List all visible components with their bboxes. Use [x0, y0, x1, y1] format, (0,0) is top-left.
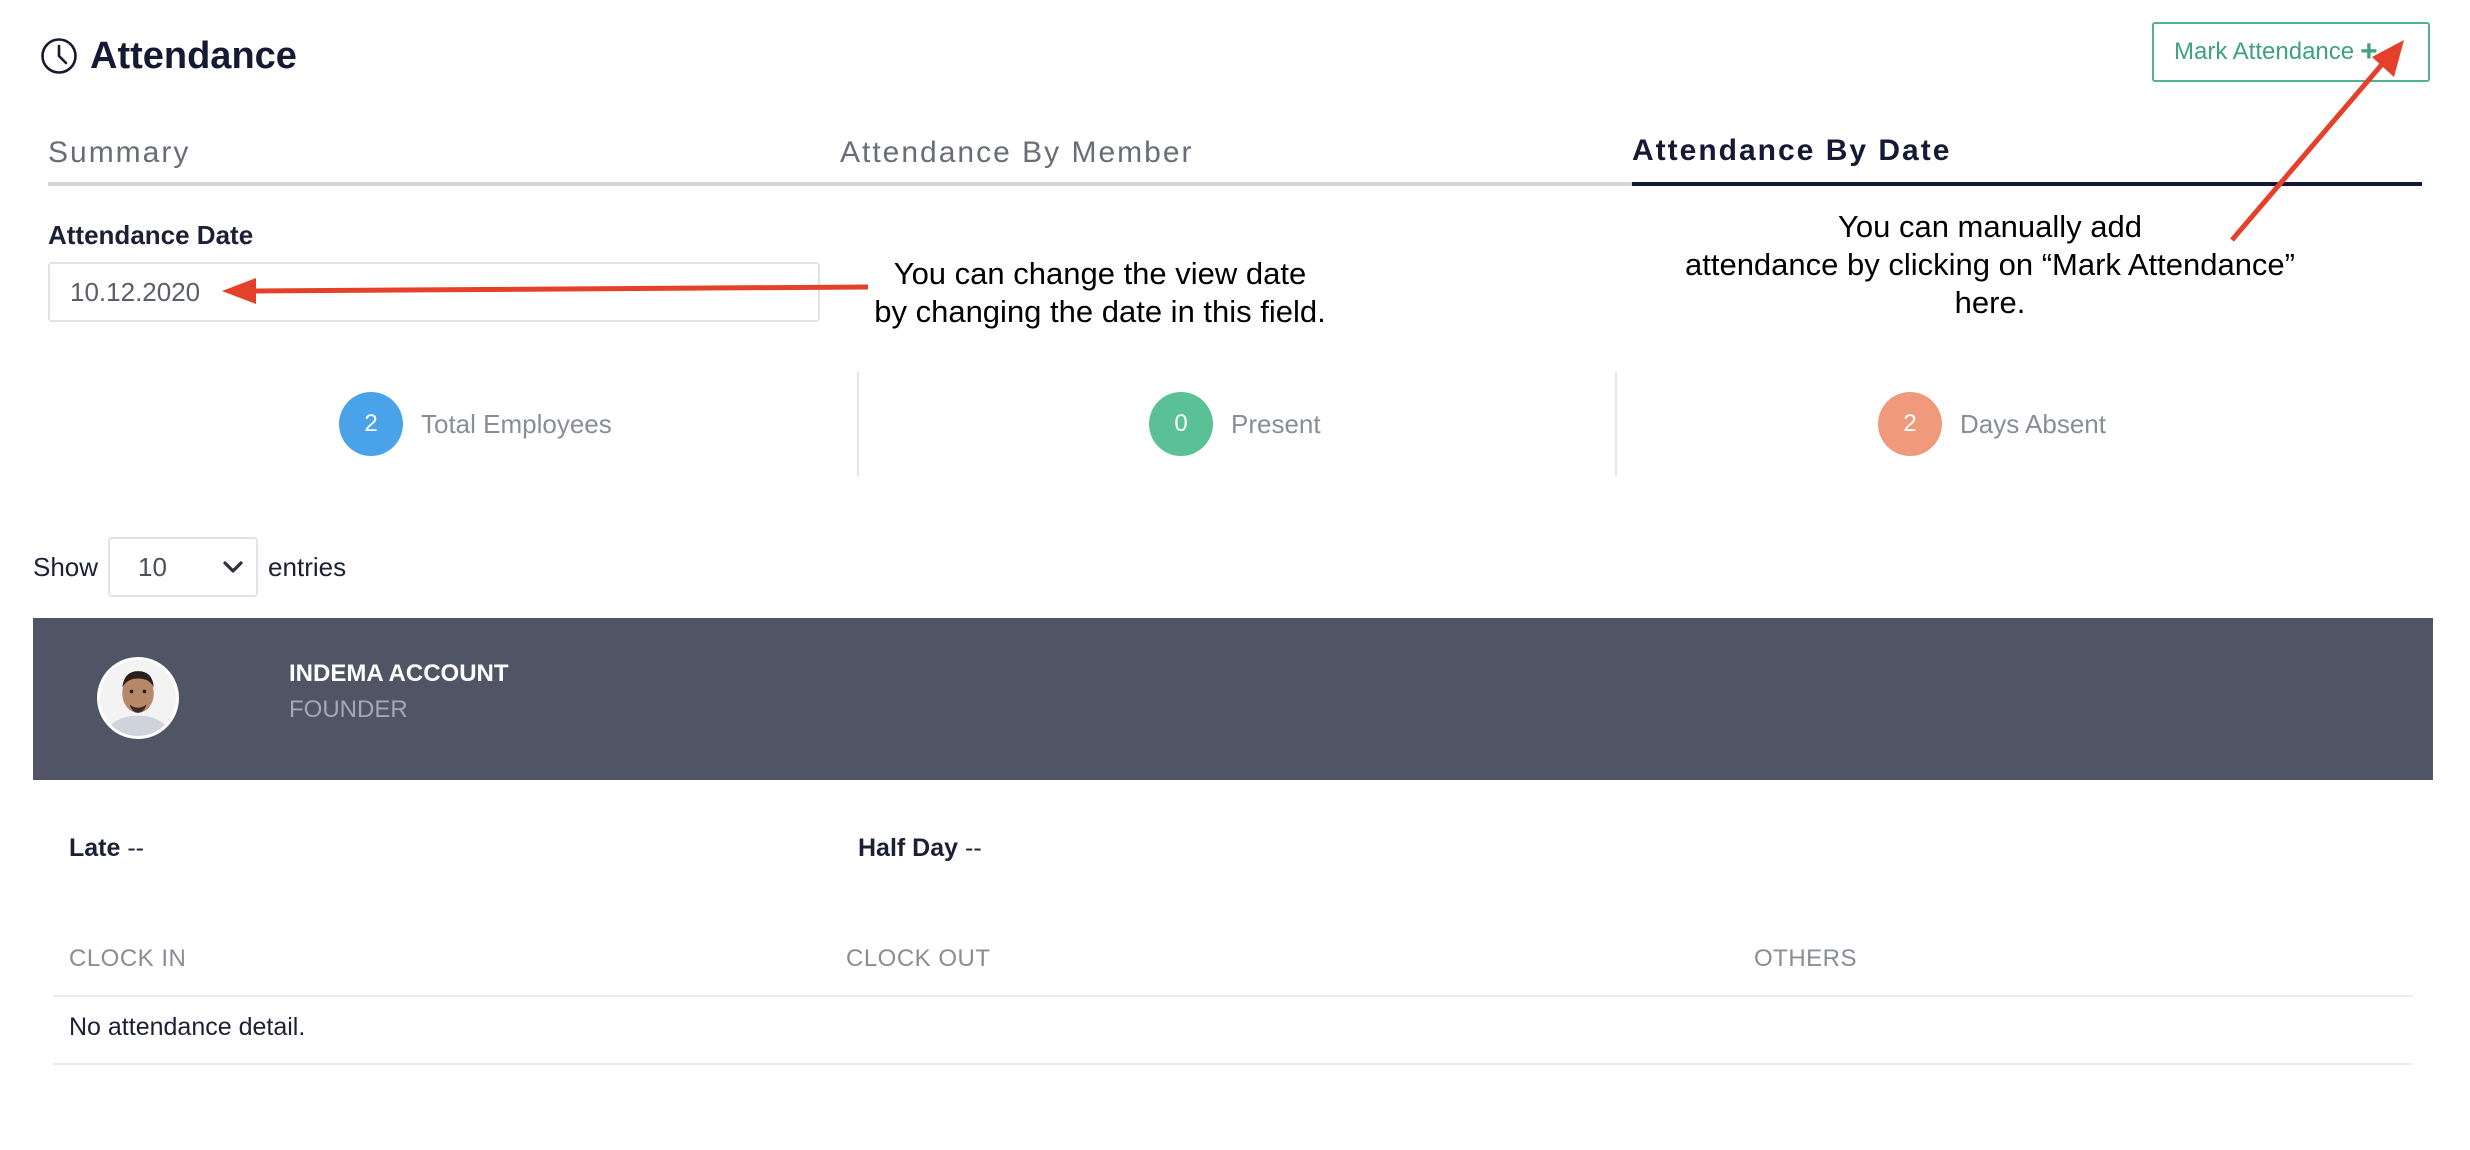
- stat-present-label: Present: [1231, 408, 1321, 439]
- mark-attendance-button[interactable]: Mark Attendance +: [2152, 22, 2430, 82]
- half-day-label: Half Day: [858, 834, 959, 862]
- mark-attendance-label: Mark Attendance: [2174, 38, 2355, 65]
- show-entries-control: Show 10 entries: [33, 537, 346, 597]
- stat-days-absent-count: 2: [1878, 392, 1942, 456]
- member-name: INDEMA ACCOUNT: [289, 660, 509, 687]
- stat-divider: [857, 372, 859, 476]
- empty-table-message: No attendance detail.: [69, 1013, 306, 1041]
- avatar: [97, 657, 179, 739]
- table-divider: [53, 1063, 2413, 1065]
- attendance-tabs: Summary Attendance By Member Attendance …: [48, 130, 2422, 186]
- show-label: Show: [33, 551, 99, 582]
- stat-total-employees-label: Total Employees: [421, 408, 612, 439]
- late-label: Late: [69, 834, 121, 862]
- avatar-photo: [100, 660, 176, 736]
- mark-help-line-1: You can manually add: [1838, 209, 2142, 244]
- clock-out-header: CLOCK OUT: [846, 945, 991, 972]
- date-help-annotation: You can change the view date by changing…: [860, 255, 1340, 331]
- clock-in-header: CLOCK IN: [69, 945, 187, 972]
- stat-days-absent: 2 Days Absent: [1878, 392, 2106, 456]
- stat-days-absent-label: Days Absent: [1960, 408, 2106, 439]
- attendance-date-label: Attendance Date: [48, 220, 254, 250]
- tab-attendance-by-member[interactable]: Attendance By Member: [840, 136, 1194, 170]
- late-value: --: [127, 834, 145, 862]
- half-day-field: Half Day --: [858, 834, 982, 863]
- page-title: Attendance: [40, 30, 297, 82]
- stat-present-count: 0: [1149, 392, 1213, 456]
- stat-total-employees-count: 2: [339, 392, 403, 456]
- stat-present: 0 Present: [1149, 392, 1321, 456]
- mark-help-annotation: You can manually add attendance by click…: [1660, 208, 2320, 322]
- others-header: OTHERS: [1754, 945, 1858, 972]
- stat-divider: [1615, 372, 1617, 476]
- tab-summary[interactable]: Summary: [48, 136, 190, 170]
- date-help-line-2: by changing the date in this field.: [874, 294, 1326, 330]
- member-header: INDEMA ACCOUNT FOUNDER: [33, 618, 2433, 780]
- plus-icon: +: [2360, 35, 2378, 68]
- mark-help-line-3: here.: [1954, 285, 2026, 321]
- tab-attendance-by-date[interactable]: Attendance By Date: [1632, 134, 1951, 168]
- entries-per-page-select[interactable]: 10: [108, 537, 259, 597]
- entries-selected-value: 10: [138, 551, 167, 582]
- member-role: FOUNDER: [289, 696, 408, 723]
- attendance-date-input[interactable]: [48, 262, 820, 322]
- chevron-down-icon: [223, 561, 243, 573]
- table-divider: [53, 995, 2413, 997]
- clock-icon: [41, 38, 77, 74]
- date-help-line-1: You can change the view date: [893, 256, 1307, 291]
- half-day-value: --: [965, 834, 982, 862]
- stat-total-employees: 2 Total Employees: [339, 392, 612, 456]
- mark-help-line-2: attendance by clicking on “Mark Attendan…: [1684, 247, 2295, 283]
- page-title-text: Attendance: [90, 34, 297, 77]
- late-field: Late --: [69, 834, 144, 863]
- entries-label: entries: [268, 551, 347, 582]
- active-tab-indicator: [1632, 182, 2422, 186]
